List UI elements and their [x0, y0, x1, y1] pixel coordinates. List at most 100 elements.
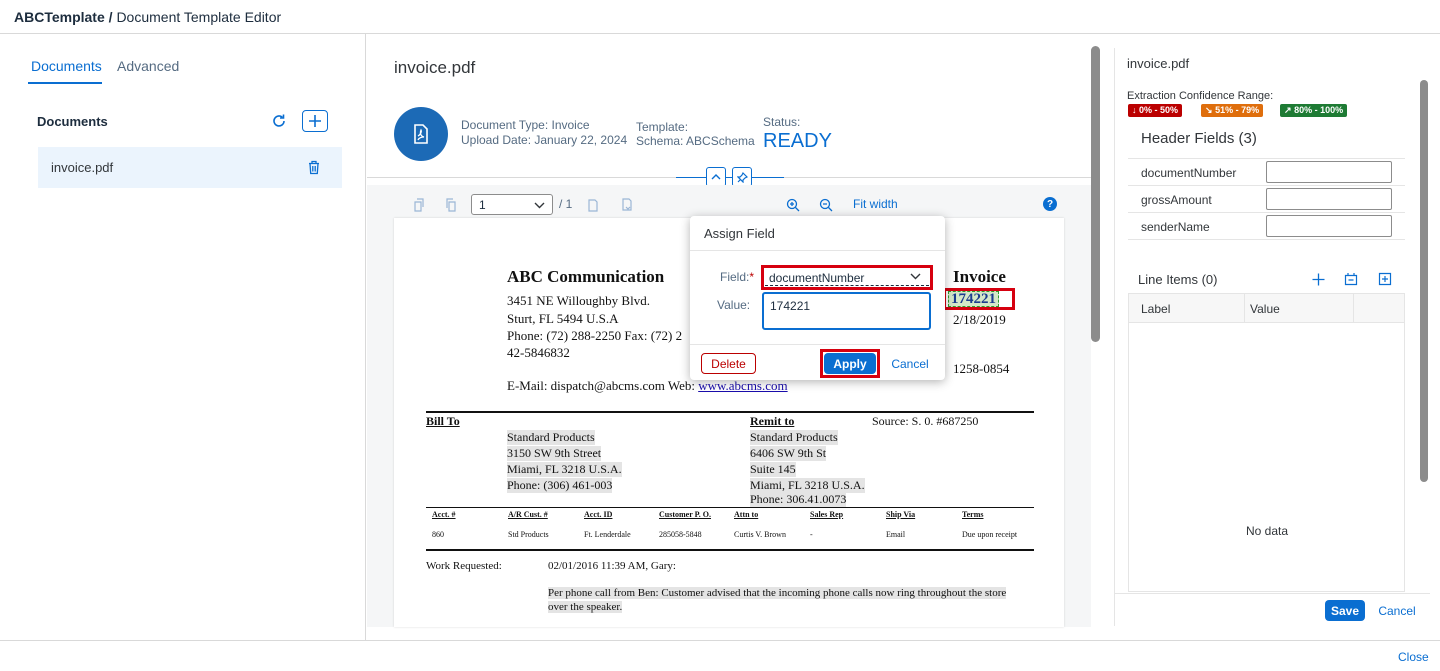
pin-header-button[interactable]	[732, 167, 752, 187]
value-label: Value:	[717, 298, 751, 312]
header-field-label: documentNumber	[1141, 166, 1237, 180]
sender-name-input[interactable]	[1266, 215, 1392, 237]
add-line-item-button[interactable]	[1305, 268, 1331, 290]
center-file-title: invoice.pdf	[394, 58, 476, 77]
pdf-code: 42-5846832	[507, 345, 570, 360]
document-number-input[interactable]	[1266, 161, 1392, 183]
dialog-title: Assign Field	[704, 226, 775, 241]
collapse-header-button[interactable]	[706, 167, 726, 187]
field-select[interactable]: documentNumber	[765, 269, 929, 286]
arrow-down-right-icon: ↘	[1205, 105, 1213, 115]
add-document-button[interactable]	[302, 110, 328, 132]
pdf-table-header-cell: Acct. #	[432, 510, 456, 519]
field-label-text: Field:	[720, 270, 750, 284]
header-fields-title: Header Fields (3)	[1141, 130, 1257, 147]
chevron-down-icon	[910, 273, 921, 280]
page-total: / 1	[559, 197, 573, 211]
pdf-remit-to-line: Miami, FL 3218 U.S.A.	[750, 478, 865, 493]
dialog-header-divider	[690, 250, 945, 251]
pdf-phone: Phone: (72) 288-2250 Fax: (72) 2	[507, 328, 683, 343]
previous-page-button[interactable]	[580, 194, 606, 216]
document-avatar	[394, 107, 448, 161]
chevron-up-icon	[711, 174, 721, 180]
pdf-web-link[interactable]: www.abcms.com	[698, 378, 787, 393]
arrow-up-right-icon: ↗	[1284, 105, 1292, 115]
title-separator: /	[104, 9, 117, 25]
delete-document-button[interactable]	[301, 156, 327, 178]
confidence-badge-low: ↓ 0% - 50%	[1128, 104, 1183, 117]
plus-icon	[1312, 273, 1324, 285]
pin-icon	[736, 171, 748, 183]
plus-icon	[309, 115, 321, 127]
value-text: 174221	[770, 299, 811, 313]
close-button[interactable]: Close	[1398, 650, 1429, 664]
rotate-left-button[interactable]	[406, 194, 432, 216]
center-scrollbar[interactable]	[1091, 46, 1100, 342]
apply-button[interactable]: Apply	[824, 353, 876, 374]
column-header-label: Label	[1141, 302, 1171, 316]
pdf-invoice-ref: 1258-0854	[953, 361, 1010, 376]
dialog-cancel-button[interactable]: Cancel	[887, 353, 933, 374]
value-textarea[interactable]: 174221	[762, 292, 931, 330]
pdf-table-header-cell: Sales Rep	[810, 510, 844, 519]
line-items-table-header: Label Value	[1129, 294, 1404, 323]
next-page-button[interactable]	[614, 194, 640, 216]
confidence-badge-high-label: 80% - 100%	[1294, 105, 1344, 115]
confidence-badge-high: ↗ 80% - 100%	[1280, 104, 1348, 117]
pdf-address-line2: Sturt, FL 5494 U.S.A	[507, 311, 619, 326]
pdf-work-requested-label: Work Requested:	[426, 560, 502, 572]
status-label: Status:	[763, 115, 801, 129]
gross-amount-input[interactable]	[1266, 188, 1392, 210]
pdf-company-name: ABC Communication	[507, 267, 665, 286]
zoom-out-button[interactable]	[813, 194, 839, 216]
status-value: READY	[763, 130, 832, 152]
pdf-table-cell: 285058-5848	[659, 530, 702, 539]
line-items-title: Line Items (0)	[1138, 272, 1218, 287]
page-up-icon	[588, 199, 598, 212]
pdf-table-cell: Due upon receipt	[962, 530, 1018, 539]
save-button[interactable]: Save	[1325, 600, 1365, 621]
template-label: Template:	[636, 120, 689, 134]
pdf-table-top-rule	[426, 507, 1034, 508]
help-icon[interactable]: ?	[1043, 197, 1057, 211]
page-select[interactable]: 1	[471, 194, 553, 215]
header-field-label: senderName	[1141, 220, 1210, 234]
rotate-right-button[interactable]	[438, 194, 464, 216]
pdf-bill-to-line: Phone: (306) 461-003	[507, 478, 613, 493]
right-cancel-button[interactable]: Cancel	[1374, 600, 1420, 621]
delete-button[interactable]: Delete	[701, 353, 756, 374]
confidence-badge-medium: ↘ 51% - 79%	[1201, 104, 1264, 117]
assign-field-dialog: Assign Field Field:* documentNumber Valu…	[690, 216, 945, 380]
pdf-invoice-heading: Invoice	[953, 267, 1006, 286]
pdf-bill-to-label: Bill To	[426, 414, 460, 428]
pdf-remit-to-label: Remit to	[750, 414, 795, 428]
pdf-table-header-cell: Acct. ID	[584, 510, 613, 519]
document-type: Document Type: Invoice	[461, 118, 590, 132]
app-window-title: Document Template Editor	[116, 9, 282, 25]
pdf-work-line: Per phone call from Ben: Customer advise…	[548, 587, 1007, 599]
pdf-bill-to-line: Miami, FL 3218 U.S.A.	[507, 462, 622, 477]
document-list-item[interactable]: invoice.pdf	[38, 147, 342, 188]
right-scrollbar[interactable]	[1420, 80, 1428, 482]
pdf-table-header-cell: Attn to	[734, 510, 759, 519]
footer-bar: Close	[0, 640, 1440, 671]
insert-line-item-button[interactable]	[1338, 268, 1364, 290]
upload-date: Upload Date: January 22, 2024	[461, 133, 628, 147]
pdf-invoice-number[interactable]: 174221	[948, 291, 999, 307]
import-line-item-button[interactable]	[1372, 268, 1398, 290]
app-title: ABCTemplate / Document Template Editor	[14, 9, 281, 25]
right-file-title: invoice.pdf	[1127, 56, 1190, 71]
confidence-label: Extraction Confidence Range:	[1127, 90, 1274, 102]
pdf-table-cell: Curtis V. Brown	[734, 530, 786, 539]
header-field-row: documentNumber	[1128, 159, 1405, 186]
refresh-icon	[273, 114, 285, 127]
pdf-remit-to-line: 6406 SW 9th St	[750, 446, 827, 461]
refresh-button[interactable]	[266, 110, 292, 132]
left-panel: Documents Advanced Documents invoice.pdf	[0, 34, 366, 640]
tab-documents[interactable]: Documents	[31, 58, 102, 74]
pdf-email-line: E-Mail: dispatch@abcms.com Web: www.abcm…	[507, 378, 788, 394]
rotate-right-icon	[446, 198, 456, 212]
tab-advanced[interactable]: Advanced	[117, 58, 179, 74]
fit-width-button[interactable]: Fit width	[853, 197, 898, 211]
zoom-in-button[interactable]	[780, 194, 806, 216]
